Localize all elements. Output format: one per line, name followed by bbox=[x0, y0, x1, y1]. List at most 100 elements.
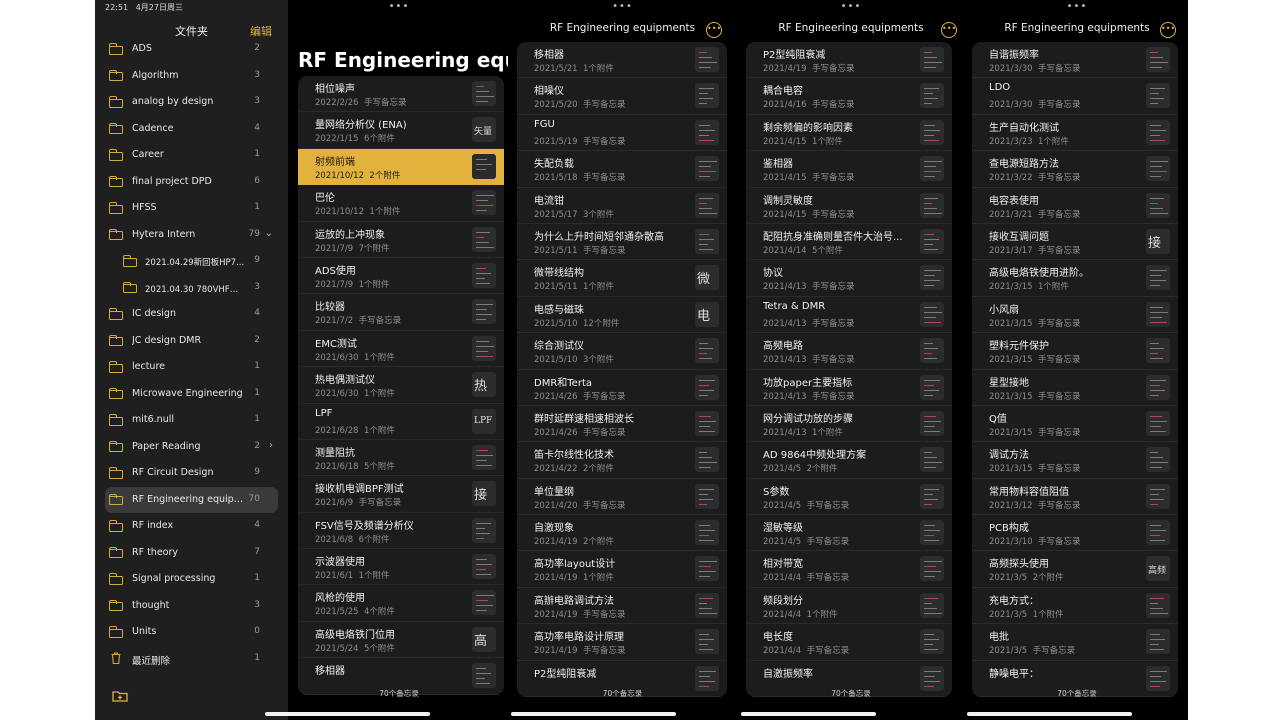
note-row[interactable]: 配阻抗身准确则量否件大治号... 2021/4/14 5个附件 bbox=[746, 224, 952, 261]
folder-item[interactable]: 2021.04.29新回板HP7... 9 bbox=[95, 248, 288, 275]
note-row[interactable]: 移相器 2021/5/21 1个附件 bbox=[517, 42, 727, 79]
note-row[interactable]: 电容表使用 2021/3/21 手写备忘录 bbox=[972, 188, 1178, 224]
note-row[interactable]: 高频探头使用 2021/3/5 2个附件 高频 bbox=[972, 551, 1178, 588]
note-row[interactable]: Q值 2021/3/15 手写备忘录 bbox=[972, 406, 1178, 443]
folder-item[interactable]: Cadence 4 bbox=[95, 116, 288, 143]
note-row[interactable]: 星型接地 2021/3/15 手写备忘录 bbox=[972, 370, 1178, 406]
folder-item[interactable]: 2021.04.30 780VHF测... 3 bbox=[95, 275, 288, 302]
note-row[interactable]: ADS使用 2021/7/9 1个附件 bbox=[298, 258, 504, 295]
folder-item[interactable]: JC design DMR 2 bbox=[95, 328, 288, 355]
note-row[interactable]: 相噪仪 2021/5/20 手写备忘录 bbox=[517, 78, 727, 115]
folder-item[interactable]: thought 3 bbox=[95, 593, 288, 620]
folder-item[interactable]: Units 0 bbox=[95, 619, 288, 646]
note-row[interactable]: 网分调试功放的步骤 2021/4/13 1个附件 bbox=[746, 406, 952, 443]
note-row[interactable]: PCB构成 2021/3/10 手写备忘录 bbox=[972, 515, 1178, 552]
home-indicator[interactable] bbox=[511, 712, 676, 716]
note-row[interactable]: 调制灵敏度 2021/4/15 手写备忘录 bbox=[746, 188, 952, 224]
more-options-icon[interactable]: ••• bbox=[1160, 22, 1176, 38]
note-row[interactable]: 综合测试仪 2021/5/10 3个附件 bbox=[517, 333, 727, 370]
note-row[interactable]: 电感与磁珠 2021/5/10 12个附件电 bbox=[517, 297, 727, 334]
folder-recently-deleted[interactable]: 最近删除 1 bbox=[95, 646, 288, 673]
note-row[interactable]: 充电方式： 2021/3/5 1个附件 bbox=[972, 588, 1178, 625]
folder-item[interactable]: analog by design 3 bbox=[95, 89, 288, 116]
folder-item[interactable]: Signal processing 1 bbox=[95, 566, 288, 593]
note-row[interactable]: EMC测试 2021/6/30 1个附件 bbox=[298, 331, 504, 368]
note-row[interactable]: 高级电烙铁门位用 2021/5/24 5个附件高 bbox=[298, 622, 504, 659]
note-row[interactable]: 高级电烙铁使用进阶。 2021/3/15 1个附件 bbox=[972, 260, 1178, 297]
more-options-icon[interactable]: ••• bbox=[706, 22, 722, 38]
home-indicator[interactable] bbox=[741, 712, 876, 716]
note-row[interactable]: Tetra & DMR 2021/4/13 手写备忘录 bbox=[746, 297, 952, 334]
note-row[interactable]: 塑料元件保护 2021/3/15 手写备忘录 bbox=[972, 333, 1178, 370]
folder-item[interactable]: Algorithm 3 bbox=[95, 63, 288, 90]
note-row[interactable]: 高功率电路设计原理 2021/4/19 手写备忘录 bbox=[517, 624, 727, 661]
note-row[interactable]: 自谐振频率 2021/3/30 手写备忘录 bbox=[972, 42, 1178, 79]
folder-item[interactable]: RF theory 7 bbox=[95, 540, 288, 567]
folder-item[interactable]: IC design 4 bbox=[95, 301, 288, 328]
chevron-down-icon[interactable]: ⌄ bbox=[265, 228, 273, 239]
note-row[interactable]: LPF 2021/6/28 1个附件 LPF bbox=[298, 404, 504, 440]
note-row[interactable]: FGU 2021/5/19 手写备忘录 bbox=[517, 115, 727, 152]
note-row[interactable]: 小风扇 2021/3/15 手写备忘录 bbox=[972, 297, 1178, 334]
note-row[interactable]: 接收互调问题 2021/3/17 手写备忘录接 bbox=[972, 224, 1178, 261]
note-row[interactable]: 调试方法 2021/3/15 手写备忘录 bbox=[972, 442, 1178, 479]
note-row[interactable]: 高频电路 2021/4/13 手写备忘录 bbox=[746, 333, 952, 370]
note-row[interactable]: 自激现象 2021/4/19 2个附件 bbox=[517, 515, 727, 552]
note-row[interactable]: 量网络分析仪 (ENA) 2022/1/15 6个附件 矢量 bbox=[298, 112, 504, 149]
note-row[interactable]: 生产自动化测试 2021/3/23 1个附件 bbox=[972, 115, 1178, 152]
note-row[interactable]: 功放paper主要指标 2021/4/13 手写备忘录 bbox=[746, 370, 952, 406]
folder-item[interactable]: final project DPD 6 bbox=[95, 169, 288, 196]
folder-item[interactable]: Career 1 bbox=[95, 142, 288, 169]
new-folder-icon[interactable] bbox=[112, 690, 128, 702]
folder-item[interactable]: RF index 4 bbox=[95, 513, 288, 540]
note-row[interactable]: 单位量纲 2021/4/20 手写备忘录 bbox=[517, 479, 727, 516]
chevron-right-icon[interactable]: › bbox=[269, 440, 273, 451]
multitask-dots[interactable]: ••• bbox=[288, 1, 510, 12]
more-options-icon[interactable]: ••• bbox=[941, 22, 957, 38]
folder-item[interactable]: RF Engineering equipmen...70 bbox=[105, 486, 278, 513]
note-row[interactable]: 相对带宽 2021/4/4 手写备忘录 bbox=[746, 551, 952, 588]
note-row[interactable]: 频段划分 2021/4/4 1个附件 bbox=[746, 588, 952, 625]
note-row[interactable]: 电长度 2021/4/4 手写备忘录 bbox=[746, 624, 952, 661]
folder-item[interactable]: Hytera Intern 79 ⌄ bbox=[95, 222, 288, 249]
folder-item[interactable]: Paper Reading 2 › bbox=[95, 434, 288, 461]
home-indicator[interactable] bbox=[967, 712, 1132, 716]
note-row[interactable]: 热电偶测试仪 2021/6/30 1个附件热 bbox=[298, 367, 504, 404]
note-row[interactable]: 查电源短路方法 2021/3/22 手写备忘录 bbox=[972, 151, 1178, 188]
note-row[interactable]: 耦合电容 2021/4/16 手写备忘录 bbox=[746, 78, 952, 115]
note-row[interactable]: 射频前端 2021/10/12 2个附件 bbox=[298, 148, 504, 186]
note-row[interactable]: 群时延群速相速相波长 2021/4/26 手写备忘录 bbox=[517, 406, 727, 443]
note-row[interactable]: DMR和Terta 2021/4/26 手写备忘录 bbox=[517, 370, 727, 406]
note-row[interactable]: 风枪的使用 2021/5/25 4个附件 bbox=[298, 585, 504, 622]
note-row[interactable]: 高功率layout设计 2021/4/19 1个附件 bbox=[517, 551, 727, 588]
folder-item[interactable]: Microwave Engineering 1 bbox=[95, 381, 288, 408]
note-row[interactable]: LDO 2021/3/30 手写备忘录 bbox=[972, 78, 1178, 115]
note-row[interactable]: 运放的上冲现象 2021/7/9 7个附件 bbox=[298, 222, 504, 258]
note-row[interactable]: 相位噪声 2022/2/26 手写备忘录 bbox=[298, 76, 504, 113]
note-row[interactable]: 协议 2021/4/13 手写备忘录 bbox=[746, 260, 952, 297]
multitask-dots[interactable]: ••• bbox=[510, 1, 735, 12]
note-row[interactable]: 剩余频偏的影响因素 2021/4/15 1个附件 bbox=[746, 115, 952, 152]
note-row[interactable]: 电流钳 2021/5/17 3个附件 bbox=[517, 188, 727, 224]
note-row[interactable]: 测量阻抗 2021/6/18 5个附件 bbox=[298, 440, 504, 477]
note-row[interactable]: FSV信号及频谱分析仪 2021/6/8 6个附件 bbox=[298, 513, 504, 550]
note-row[interactable]: 笛卡尔线性化技术 2021/4/22 2个附件 bbox=[517, 442, 727, 479]
multitask-dots[interactable]: ••• bbox=[966, 1, 1188, 12]
note-row[interactable]: 为什么上升时间短邻通杂散高 2021/5/11 手写备忘录 bbox=[517, 224, 727, 261]
folder-item[interactable]: mit6.null 1 bbox=[95, 407, 288, 434]
note-row[interactable]: P2型纯阻衰减 2021/4/19 手写备忘录 bbox=[746, 42, 952, 79]
note-row[interactable]: 比较器 2021/7/2 手写备忘录 bbox=[298, 294, 504, 331]
home-indicator[interactable] bbox=[265, 712, 430, 716]
note-row[interactable]: 巴伦 2021/10/12 1个附件 bbox=[298, 185, 504, 222]
note-row[interactable]: 微带线结构 2021/5/11 1个附件微 bbox=[517, 260, 727, 297]
note-row[interactable]: 湿敏等级 2021/4/5 手写备忘录 bbox=[746, 515, 952, 552]
note-row[interactable]: 接收机电调BPF测试 2021/6/9 手写备忘录接 bbox=[298, 476, 504, 513]
note-row[interactable]: 电批 2021/3/5 手写备忘录 bbox=[972, 624, 1178, 661]
note-row[interactable]: 高辦电路调试方法 2021/4/19 手写备忘录 bbox=[517, 588, 727, 625]
folder-item[interactable]: ADS 2 bbox=[95, 36, 288, 63]
note-row[interactable]: S参数 2021/4/5 手写备忘录 bbox=[746, 479, 952, 516]
folder-item[interactable]: HFSS 1 bbox=[95, 195, 288, 222]
folder-item[interactable]: RF Circuit Design 9 bbox=[95, 460, 288, 487]
note-row[interactable]: 示波器使用 2021/6/1 1个附件 bbox=[298, 549, 504, 586]
multitask-dots[interactable]: ••• bbox=[740, 1, 962, 12]
